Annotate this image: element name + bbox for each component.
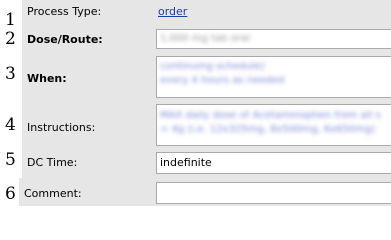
- dc-time-row: DC Time: indefinite: [22, 148, 391, 178]
- instructions-value-line-1: MAX daily dose of Acetaminophen from all…: [160, 111, 381, 121]
- when-value-line-2: every 4 hours as needed: [160, 76, 285, 86]
- when-label: When:: [27, 72, 67, 85]
- order-details-form: 1 Process Type: order 2 Dose/Route: 1,00…: [0, 0, 391, 206]
- when-field[interactable]: continuing schedule) every 4 hours as ne…: [156, 56, 391, 98]
- dose-route-value: 1,000 mg tab oral: [160, 34, 250, 44]
- row-number-5: 5: [5, 150, 16, 170]
- row-number-3: 3: [5, 64, 16, 84]
- process-type-label: Process Type:: [27, 5, 102, 18]
- dose-route-row: Dose/Route: 1,000 mg tab oral: [22, 24, 391, 56]
- dose-route-label: Dose/Route:: [27, 33, 103, 46]
- comment-label: Comment:: [24, 187, 82, 200]
- when-value-line-1: continuing schedule): [160, 62, 265, 72]
- process-type-row: Process Type: order: [22, 0, 391, 24]
- dc-time-field[interactable]: indefinite: [156, 152, 391, 174]
- process-type-link[interactable]: order: [158, 5, 391, 18]
- comment-field[interactable]: [156, 182, 391, 204]
- instructions-label: Instructions:: [27, 121, 96, 134]
- dose-route-field[interactable]: 1,000 mg tab oral: [156, 29, 391, 49]
- dc-time-value: indefinite: [160, 156, 212, 169]
- comment-row: Comment:: [19, 178, 391, 206]
- when-row: When: continuing schedule) every 4 hours…: [22, 56, 391, 100]
- instructions-field[interactable]: MAX daily dose of Acetaminophen from all…: [156, 104, 391, 146]
- instructions-row: Instructions: MAX daily dose of Acetamin…: [22, 100, 391, 148]
- instructions-value-line-2: = 4g (i.e. 12x325mg, 8x500mg, 6x650mg): [160, 125, 376, 135]
- dc-time-label: DC Time:: [27, 156, 78, 169]
- row-number-4: 4: [5, 115, 16, 135]
- row-number-6: 6: [5, 184, 16, 204]
- row-number-2: 2: [5, 29, 16, 49]
- row-number-1: 1: [5, 10, 16, 30]
